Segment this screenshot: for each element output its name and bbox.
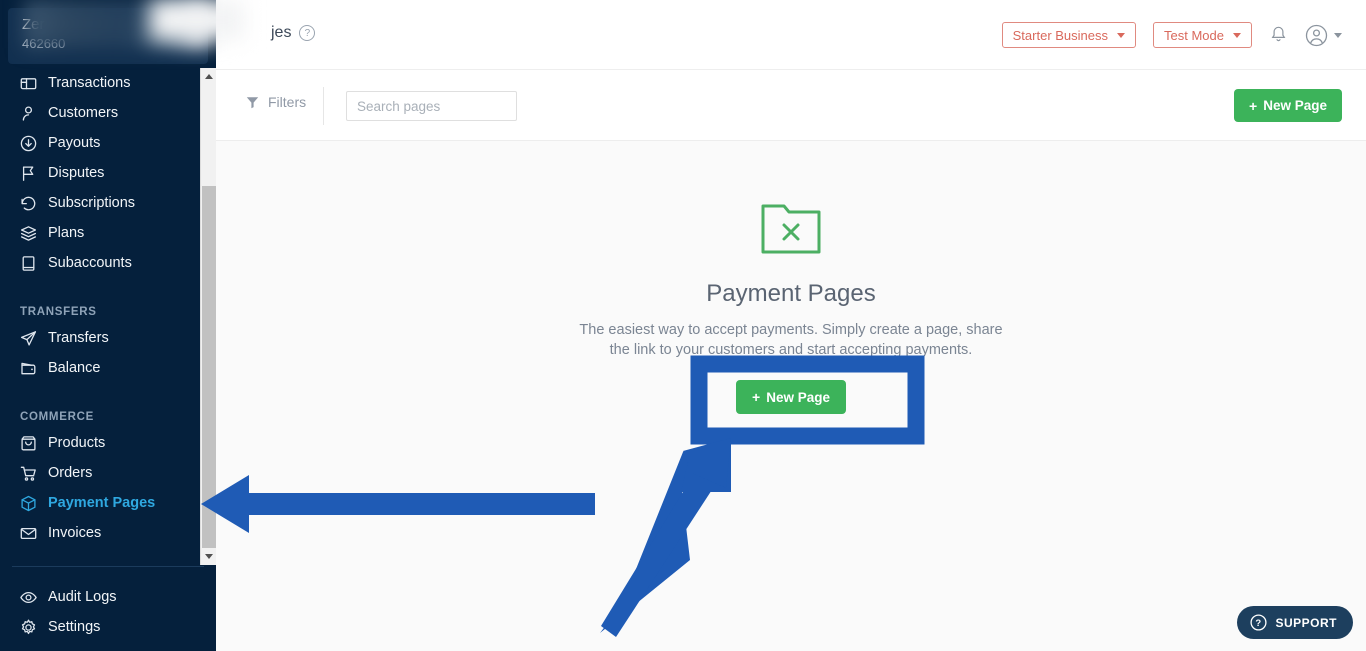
user-avatar-icon [1305,24,1328,46]
question-circle-icon: ? [1250,614,1268,631]
sidebar-item-label: Payment Pages [48,495,156,511]
empty-state-description: The easiest way to accept payments. Simp… [579,322,1003,358]
sidebar-section-commerce: COMMERCE [20,411,94,423]
sidebar-item-label: Disputes [48,165,105,181]
card-icon [20,75,37,92]
support-button[interactable]: ? SUPPORT [1237,606,1353,639]
sidebar-item-products[interactable]: Products [0,428,216,458]
sidebar-item-label: Transfers [48,330,109,346]
sidebar-item-subaccounts[interactable]: Subaccounts [0,248,216,278]
toolbar: Filters + New Page [216,70,1366,141]
download-circle-icon [20,135,37,152]
page-title-group: jes ? [271,24,316,42]
sidebar-item-invoices[interactable]: Invoices [0,518,216,548]
send-icon [20,330,37,347]
chevron-down-icon [1334,32,1342,38]
toolbar-separator [323,87,324,125]
new-page-button-main[interactable]: + New Page [736,380,846,414]
chevron-down-icon [1233,32,1241,38]
business-selector-button[interactable]: Starter Business [1001,22,1137,48]
sidebar-nav-bottom: Audit Logs Settings [0,582,216,642]
sidebar-item-label: Balance [48,360,101,376]
sidebar-item-plans[interactable]: Plans [0,218,216,248]
main-content: Payment Pages The easiest way to accept … [216,141,1366,651]
sidebar-item-label: Customers [48,105,119,121]
sidebar-item-label: Products [48,435,106,451]
svg-text:?: ? [1256,618,1262,629]
sidebar-item-subscriptions[interactable]: Subscriptions [0,188,216,218]
new-page-button-toolbar[interactable]: + New Page [1234,89,1342,122]
sidebar: Zer 462660 Transactions Customers Payouts D… [0,0,216,651]
sidebar-item-payment-pages[interactable]: Payment Pages [0,488,216,518]
support-label: SUPPORT [1275,615,1337,630]
filters-label: Filters [268,94,307,110]
funnel-icon [246,96,259,108]
sidebar-item-label: Transactions [48,75,131,91]
empty-state: Payment Pages The easiest way to accept … [216,201,1366,414]
sidebar-item-label: Settings [48,619,101,635]
business-selector-label: Starter Business [1012,27,1109,43]
sidebar-item-settings[interactable]: Settings [0,612,216,642]
box-icon [20,495,37,512]
scrollbar-down-arrow[interactable] [201,548,217,565]
avatar[interactable] [1305,24,1342,47]
sidebar-item-label: Invoices [48,525,102,541]
book-icon [20,255,37,272]
refresh-icon [20,195,37,212]
cart-icon [20,465,37,482]
eye-icon [20,589,37,606]
brand-account-id: 462660 [22,36,66,51]
search-input[interactable] [346,91,517,121]
sidebar-item-label: Subaccounts [48,255,132,271]
empty-state-title: Payment Pages [706,280,876,307]
gear-icon [20,619,37,636]
bag-icon [20,435,37,452]
new-page-label: New Page [766,389,830,405]
chevron-down-icon [1117,32,1126,38]
brand-account-name: Zer [22,16,45,33]
sidebar-divider [12,566,204,567]
sidebar-item-orders[interactable]: Orders [0,458,216,488]
bell-icon[interactable] [1269,25,1288,45]
envelope-icon [20,525,37,542]
sidebar-section-transfers: TRANSFERS [20,306,97,318]
plus-icon: + [752,389,761,405]
sidebar-item-payouts[interactable]: Payouts [0,128,216,158]
sidebar-nav-scroll: Transactions Customers Payouts Disputes Subs… [0,68,216,565]
layers-icon [20,225,37,242]
scrollbar-thumb[interactable] [202,186,216,548]
new-page-label: New Page [1263,98,1327,113]
wallet-icon [20,360,37,377]
plus-icon: + [1249,97,1258,114]
sidebar-item-transfers[interactable]: Transfers [0,323,216,353]
sidebar-item-transactions[interactable]: Transactions [0,68,216,98]
filters-button[interactable]: Filters [246,94,306,110]
brand-account-card[interactable]: Zer 462660 [8,8,208,64]
sidebar-item-disputes[interactable]: Disputes [0,158,216,188]
sidebar-item-label: Audit Logs [48,589,117,605]
sidebar-item-label: Plans [48,225,85,241]
page-title: jes [271,24,292,41]
person-icon [20,105,37,122]
flag-icon [20,165,37,182]
scrollbar-up-arrow[interactable] [201,68,217,85]
mode-selector-button[interactable]: Test Mode [1153,22,1252,48]
sidebar-item-audit-logs[interactable]: Audit Logs [0,582,216,612]
question-mark-icon[interactable]: ? [299,25,316,41]
sidebar-item-balance[interactable]: Balance [0,353,216,383]
mode-selector-label: Test Mode [1164,27,1224,43]
sidebar-item-label: Orders [48,465,93,481]
folder-x-icon [761,201,821,262]
sidebar-item-label: Subscriptions [48,195,136,211]
topbar-actions: Starter Business Test Mode [1001,22,1342,48]
topbar: jes ? Starter Business Test Mode [216,0,1366,70]
sidebar-item-label: Payouts [48,135,101,151]
sidebar-item-customers[interactable]: Customers [0,98,216,128]
sidebar-scrollbar[interactable] [200,68,216,565]
